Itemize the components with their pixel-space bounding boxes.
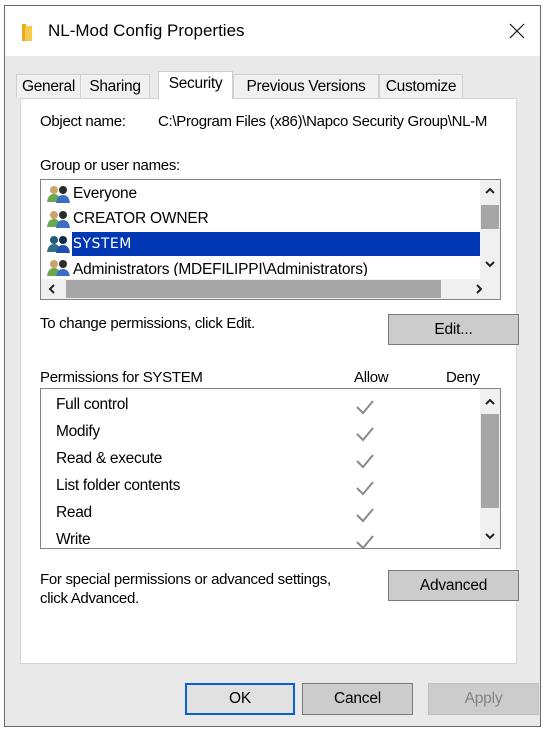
chevron-left-icon xyxy=(48,284,55,294)
permission-row: Full control xyxy=(41,393,481,420)
chevron-up-icon xyxy=(485,398,495,405)
tab-customize[interactable]: Customize xyxy=(379,74,463,98)
permission-name: Full control xyxy=(56,396,129,413)
advanced-button[interactable]: Advanced xyxy=(388,570,519,601)
window-title: NL-Mod Config Properties xyxy=(48,21,245,40)
users-group-icon xyxy=(47,235,70,253)
scroll-thumb[interactable] xyxy=(481,205,499,229)
scroll-thumb[interactable] xyxy=(66,280,441,298)
allow-check-icon xyxy=(356,508,374,523)
object-name-label: Object name: xyxy=(40,113,126,130)
scroll-up-button[interactable] xyxy=(480,180,500,200)
allow-check-icon xyxy=(356,454,374,469)
edit-button[interactable]: Edit... xyxy=(388,314,519,345)
change-permissions-hint: To change permissions, click Edit. xyxy=(40,315,255,332)
tab-sharing[interactable]: Sharing xyxy=(80,74,150,98)
permission-row: List folder contents xyxy=(41,474,481,501)
users-group-icon xyxy=(47,260,70,276)
user-name: SYSTEM xyxy=(72,231,486,256)
list-item[interactable]: CREATOR OWNER xyxy=(41,206,486,231)
security-panel: Object name: C:\Program Files (x86)\Napc… xyxy=(20,98,519,664)
tab-general[interactable]: General xyxy=(16,74,81,98)
chevron-down-icon xyxy=(485,260,495,267)
scroll-down-button[interactable] xyxy=(480,254,500,274)
group-names-label: Group or user names: xyxy=(40,157,180,174)
folder-icon xyxy=(22,24,32,41)
permissions-list: Full control Modify Read & execute List … xyxy=(40,388,501,549)
list-item-selected[interactable]: SYSTEM xyxy=(41,231,486,256)
permission-name: Read & execute xyxy=(56,450,163,467)
advanced-hint-line2: click Advanced. xyxy=(40,590,139,607)
properties-dialog: NL-Mod Config Properties General Sharing… xyxy=(4,5,541,727)
title-bar: NL-Mod Config Properties xyxy=(5,6,540,56)
vertical-scrollbar[interactable] xyxy=(480,389,500,548)
permission-name: Read xyxy=(56,504,92,521)
horizontal-scrollbar[interactable] xyxy=(41,279,500,299)
close-button[interactable] xyxy=(494,6,540,56)
deny-column-header: Deny xyxy=(446,369,480,386)
allow-check-icon xyxy=(356,535,374,548)
users-group-icon xyxy=(47,210,70,228)
list-item[interactable]: Administrators (MDEFILIPPI\Administrator… xyxy=(41,256,486,276)
allow-check-icon xyxy=(356,400,374,415)
apply-button[interactable]: Apply xyxy=(428,683,539,715)
permission-row: Read xyxy=(41,501,481,528)
ok-button[interactable]: OK xyxy=(185,683,295,715)
permissions-label: Permissions for SYSTEM xyxy=(40,369,203,386)
allow-check-icon xyxy=(356,427,374,442)
permission-name: List folder contents xyxy=(56,477,181,494)
group-user-list[interactable]: Everyone CREATOR OWNER SYSTEM Administra… xyxy=(40,179,501,300)
cancel-button[interactable]: Cancel xyxy=(302,683,413,715)
allow-check-icon xyxy=(356,481,374,496)
allow-column-header: Allow xyxy=(354,369,389,386)
advanced-hint-line1: For special permissions or advanced sett… xyxy=(40,571,331,588)
scroll-up-button[interactable] xyxy=(480,391,500,411)
object-name-value: C:\Program Files (x86)\Napco Security Gr… xyxy=(158,113,488,130)
scroll-down-button[interactable] xyxy=(480,526,500,546)
permission-name: Modify xyxy=(56,423,100,440)
user-name: Administrators (MDEFILIPPI\Administrator… xyxy=(73,261,368,276)
chevron-right-icon xyxy=(475,284,482,294)
permission-row: Write xyxy=(41,528,481,548)
close-icon xyxy=(509,23,525,39)
permission-row: Modify xyxy=(41,420,481,447)
user-name: CREATOR OWNER xyxy=(73,209,209,227)
scroll-left-button[interactable] xyxy=(41,279,61,299)
tab-previous-versions[interactable]: Previous Versions xyxy=(233,74,379,98)
users-group-icon xyxy=(47,185,70,203)
scroll-thumb[interactable] xyxy=(481,414,499,508)
scroll-right-button[interactable] xyxy=(469,279,489,299)
chevron-up-icon xyxy=(485,187,495,194)
permission-row: Read & execute xyxy=(41,447,481,474)
chevron-down-icon xyxy=(485,532,495,539)
user-name: Everyone xyxy=(73,184,137,202)
dialog-body: General Sharing Security Previous Versio… xyxy=(5,56,540,726)
tab-security[interactable]: Security xyxy=(158,71,233,99)
permission-name: Write xyxy=(56,531,91,548)
vertical-scrollbar[interactable] xyxy=(480,180,500,279)
list-item[interactable]: Everyone xyxy=(41,181,486,206)
